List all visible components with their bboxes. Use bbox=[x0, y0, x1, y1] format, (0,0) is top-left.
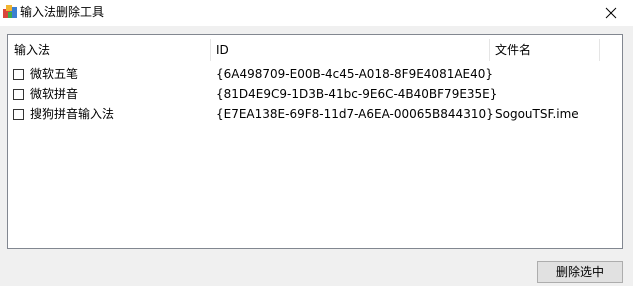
ime-name: 微软五笔 bbox=[30, 67, 79, 81]
list-item[interactable]: 搜狗拼音输入法 {E7EA138E-69F8-11d7-A6EA-00065B8… bbox=[8, 105, 622, 126]
delete-selected-button[interactable]: 删除选中 bbox=[537, 261, 623, 283]
ime-id: {81D4E9C9-1D3B-41bc-9E6C-4B40BF79E35E} bbox=[216, 87, 498, 101]
package-icon bbox=[2, 4, 18, 20]
ime-id: {E7EA138E-69F8-11d7-A6EA-00065B844310} bbox=[216, 107, 494, 121]
row-checkbox[interactable] bbox=[13, 109, 24, 120]
ime-filename: SogouTSF.ime bbox=[495, 107, 579, 121]
ime-name: 微软拼音 bbox=[30, 87, 79, 101]
list-item[interactable]: 微软拼音 {81D4E9C9-1D3B-41bc-9E6C-4B40BF79E3… bbox=[8, 85, 622, 106]
column-header-filename[interactable]: 文件名 bbox=[489, 35, 599, 65]
list-header: 输入法 ID 文件名 bbox=[8, 35, 622, 65]
row-checkbox[interactable] bbox=[13, 89, 24, 100]
list-item[interactable]: 微软五笔 {6A498709-E00B-4c45-A018-8F9E4081AE… bbox=[8, 65, 622, 86]
column-divider[interactable] bbox=[599, 39, 600, 61]
window-title: 输入法删除工具 bbox=[20, 5, 105, 19]
row-checkbox[interactable] bbox=[13, 69, 24, 80]
ime-name: 搜狗拼音输入法 bbox=[30, 107, 115, 121]
close-button[interactable] bbox=[589, 0, 633, 26]
title-bar[interactable]: 输入法删除工具 bbox=[0, 0, 633, 26]
column-header-ime[interactable]: 输入法 bbox=[8, 35, 210, 65]
ime-id: {6A498709-E00B-4c45-A018-8F9E4081AE40} bbox=[216, 67, 494, 81]
ime-list[interactable]: 输入法 ID 文件名 微软五笔 {6A498709-E00B-4c45-A018… bbox=[7, 34, 623, 249]
column-header-id[interactable]: ID bbox=[210, 35, 489, 65]
